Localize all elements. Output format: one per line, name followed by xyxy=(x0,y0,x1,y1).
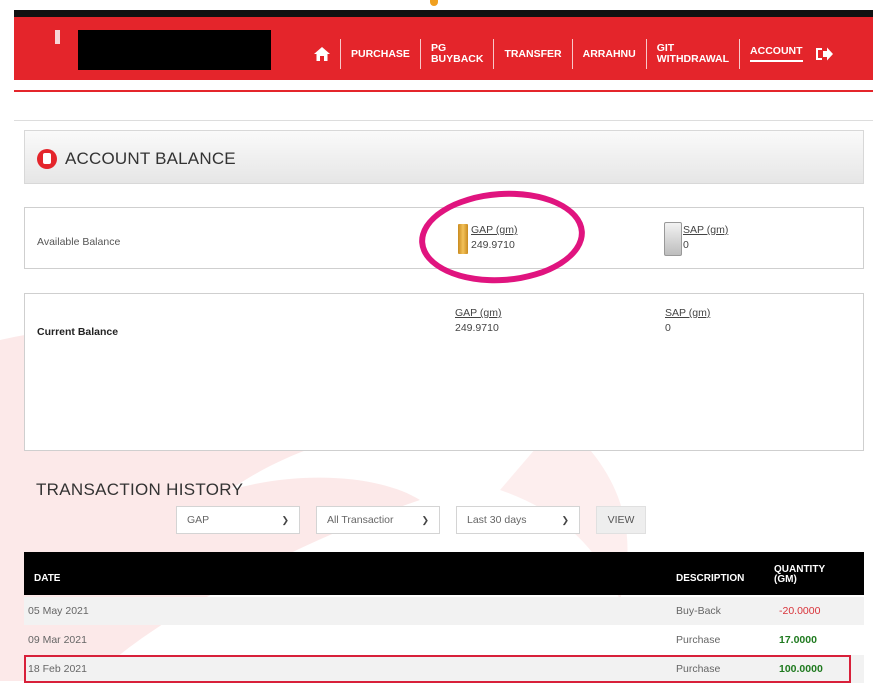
nav-pg-buyback-label: PG BUYBACK xyxy=(430,42,484,65)
chevron-down-icon: ❯ xyxy=(421,515,429,525)
metal-select-value: GAP xyxy=(187,514,210,526)
logo-tip xyxy=(430,0,438,6)
annotation-circle xyxy=(415,185,589,289)
nav-purchase[interactable]: PURCHASE xyxy=(340,39,420,69)
current-gap-value: 249.9710 xyxy=(455,322,499,334)
nav-transfer[interactable]: TRANSFER xyxy=(493,39,571,69)
nav-account-label: ACCOUNT xyxy=(750,46,803,62)
table-row: 05 May 2021 Buy-Back -20.0000 xyxy=(24,597,864,625)
transaction-type-select[interactable]: All Transactior ❯ xyxy=(316,506,440,534)
home-icon[interactable] xyxy=(304,39,340,69)
transaction-history-title: TRANSACTION HISTORY xyxy=(36,480,244,499)
wallet-icon xyxy=(37,149,57,169)
navbar: PURCHASE PG BUYBACK TRANSFER ARRAHNU GIT… xyxy=(14,17,873,80)
chevron-down-icon: ❯ xyxy=(281,515,289,525)
nav-git-withdrawal-label: GIT WITHDRAWAL xyxy=(656,42,730,65)
logout-icon[interactable] xyxy=(813,39,843,69)
nav-account[interactable]: ACCOUNT xyxy=(739,39,813,69)
logo-redacted xyxy=(78,30,271,70)
nav-arrahnu-label: ARRAHNU xyxy=(582,47,636,60)
row-date: 09 Mar 2021 xyxy=(28,634,87,646)
row-date: 05 May 2021 xyxy=(28,605,89,617)
current-balance-panel: Current Balance GAP (gm) 249.9710 SAP (g… xyxy=(24,293,864,451)
row-quantity: -20.0000 xyxy=(779,605,821,617)
current-balance-label: Current Balance xyxy=(37,326,119,338)
row-description: Purchase xyxy=(676,634,721,646)
available-balance-label: Available Balance xyxy=(37,236,121,248)
silver-bar-icon xyxy=(664,222,682,256)
row-quantity: 100.0000 xyxy=(779,663,823,675)
logo-mark xyxy=(55,30,60,44)
col-date: DATE xyxy=(34,573,61,584)
available-sap-link[interactable]: SAP (gm) xyxy=(683,224,728,236)
transaction-table-header: DATE DESCRIPTION QUANTITY (gm) xyxy=(24,552,864,595)
col-description: DESCRIPTION xyxy=(676,573,745,584)
main-nav: PURCHASE PG BUYBACK TRANSFER ARRAHNU GIT… xyxy=(304,34,843,74)
current-sap-link[interactable]: SAP (gm) xyxy=(665,307,710,319)
transaction-type-value: All Transactior xyxy=(327,514,394,526)
available-sap-value: 0 xyxy=(683,239,689,251)
table-row: 18 Feb 2021 Purchase 100.0000 xyxy=(24,655,864,683)
col-quantity: QUANTITY (gm) xyxy=(774,564,826,585)
row-description: Buy-Back xyxy=(676,605,721,617)
header-top-border xyxy=(14,10,873,17)
period-select-value: Last 30 days xyxy=(467,514,527,526)
row-quantity: 17.0000 xyxy=(779,634,817,646)
chevron-down-icon: ❯ xyxy=(561,515,569,525)
account-balance-header: ACCOUNT BALANCE xyxy=(24,130,864,184)
current-sap-value: 0 xyxy=(665,322,671,334)
row-date: 18 Feb 2021 xyxy=(28,663,87,675)
metal-select[interactable]: GAP ❯ xyxy=(176,506,300,534)
table-row: 09 Mar 2021 Purchase 17.0000 xyxy=(24,626,864,654)
account-balance-title: ACCOUNT BALANCE xyxy=(65,149,236,168)
row-description: Purchase xyxy=(676,663,721,675)
nav-purchase-label: PURCHASE xyxy=(351,47,410,60)
nav-pg-buyback[interactable]: PG BUYBACK xyxy=(419,39,494,69)
view-button[interactable]: VIEW xyxy=(596,506,646,534)
nav-transfer-label: TRANSFER xyxy=(504,47,562,60)
separator-line xyxy=(14,120,873,121)
current-gap-link[interactable]: GAP (gm) xyxy=(455,307,501,319)
nav-arrahnu[interactable]: ARRAHNU xyxy=(571,39,646,69)
header-underline xyxy=(14,90,873,92)
nav-git-withdrawal[interactable]: GIT WITHDRAWAL xyxy=(645,39,739,69)
period-select[interactable]: Last 30 days ❯ xyxy=(456,506,580,534)
